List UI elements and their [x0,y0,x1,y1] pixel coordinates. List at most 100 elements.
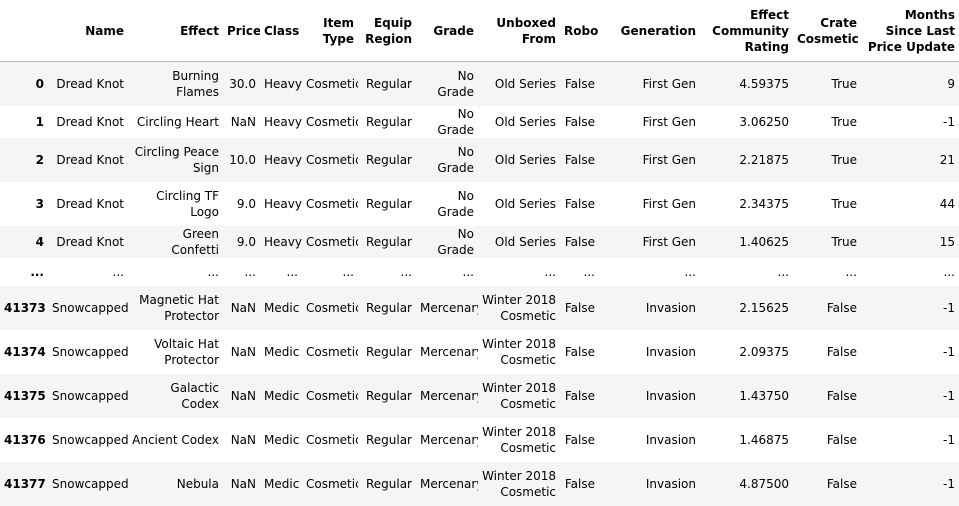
cell-grade: Mercenary [420,476,478,491]
cell-price: NaN [230,476,256,491]
cell-effect: Voltaic Hat Protector [154,336,219,367]
cell-price: NaN [230,114,256,129]
cell-grade: ... [462,264,474,279]
cell-effect-community-rating: 4.87500 [739,476,789,491]
table-row: 4 Dread Knot Green Confetti 9.0 Heavy Cosmeti… [0,225,959,258]
table-row: 41374 Snowcapped Voltaic Hat Protector NaN M… [0,329,959,374]
cell-equip-region: Regular [365,76,412,91]
cell-item-type: Cosmetic [306,476,358,491]
cell-class: ... [286,264,298,279]
row-index: 41377 [4,476,46,491]
row-index: 41376 [4,432,46,447]
cell-item-type: Cosmetic [306,114,358,129]
table-row: 1 Dread Knot Circling Heart NaN Heavy Cosmeti… [0,105,959,138]
cell-robo: False [564,300,595,315]
table-row: 41375 Snowcapped Galactic Codex NaN Medic Cos… [0,373,959,418]
ellipsis-row: ........................................… [0,257,959,286]
row-index: 41374 [4,344,46,359]
row-index: 1 [35,114,44,129]
column-header-class: Class [260,0,302,62]
cell-effect: Circling TF Logo [156,188,219,219]
cell-price: NaN [230,432,256,447]
column-header-name: Name [48,0,128,62]
cell-effect-community-rating: 1.40625 [739,234,789,249]
cell-effect: Ancient Codex [132,432,219,447]
cell-equip-region: Regular [365,300,412,315]
cell-crate-cosmetic: ... [845,264,857,279]
cell-crate-cosmetic: True [831,234,858,249]
cell-crate-cosmetic: False [826,388,857,403]
cell-item-type: Cosmetic [306,344,358,359]
cell-robo: False [564,388,595,403]
cell-name: Dread Knot [56,234,124,249]
cell-equip-region: Regular [365,152,412,167]
cell-crate-cosmetic: False [826,476,857,491]
cell-unboxed-from: Winter 2018 Cosmetic [482,292,556,323]
cell-grade: Mercenary [420,388,478,403]
cell-months-since-update: -1 [943,114,955,129]
cell-robo: False [564,114,595,129]
cell-name: ... [112,264,124,279]
cell-class: Medic [264,476,300,491]
cell-price: 10.0 [229,152,256,167]
column-header-unboxed-from: Unboxed From [478,0,560,62]
cell-item-type: Cosmetic [306,300,358,315]
cell-effect: Green Confetti [171,226,219,257]
cell-effect: Circling Peace Sign [134,144,219,175]
cell-name: Dread Knot [56,114,124,129]
cell-equip-region: Regular [365,476,412,491]
cell-months-since-update: 15 [939,234,955,249]
cell-effect-community-rating: 2.15625 [739,300,789,315]
cell-generation: First Gen [642,76,696,91]
cell-generation: Invasion [645,476,696,491]
cell-effect: Circling Heart [136,114,219,129]
cell-price: 9.0 [236,196,256,211]
cell-crate-cosmetic: False [826,432,857,447]
cell-effect: Magnetic Hat Protector [139,292,219,323]
cell-months-since-update: -1 [943,476,955,491]
cell-generation: Invasion [645,344,696,359]
cell-generation: ... [684,264,696,279]
cell-effect-community-rating: ... [777,264,789,279]
row-index: 3 [35,196,44,211]
cell-name: Dread Knot [56,76,124,91]
cell-class: Medic [264,300,300,315]
cell-generation: Invasion [645,300,696,315]
cell-months-since-update: -1 [943,388,955,403]
table-row: 0 Dread Knot Burning Flames 30.0 Heavy Cosmet… [0,61,959,106]
cell-months-since-update: 44 [939,196,955,211]
cell-crate-cosmetic: True [831,196,858,211]
cell-equip-region: Regular [365,196,412,211]
cell-unboxed-from: Winter 2018 Cosmetic [482,468,556,499]
column-header-effect: Effect [128,0,223,62]
cell-unboxed-from: Old Series [494,76,556,91]
column-header-months-since-update: Months Since Last Price Update [861,0,959,62]
cell-price: NaN [230,344,256,359]
cell-grade: No Grade [437,226,474,257]
cell-grade: No Grade [437,144,474,175]
cell-effect-community-rating: 2.34375 [739,196,789,211]
cell-item-type: Cosmetic [306,432,358,447]
cell-unboxed-from: Old Series [494,234,556,249]
cell-generation: First Gen [642,152,696,167]
cell-effect-community-rating: 1.43750 [739,388,789,403]
cell-unboxed-from: Winter 2018 Cosmetic [482,380,556,411]
cell-grade: Mercenary [420,300,478,315]
table-row: 41376 Snowcapped Ancient Codex NaN Medic Cosm… [0,417,959,462]
column-header-grade: Grade [416,0,478,62]
cell-equip-region: ... [400,264,412,279]
cell-generation: Invasion [645,432,696,447]
cell-robo: False [564,432,595,447]
cell-robo: False [564,234,595,249]
row-index: ... [30,264,44,279]
cell-equip-region: Regular [365,388,412,403]
cell-months-since-update: -1 [943,300,955,315]
cell-effect-community-rating: 3.06250 [739,114,789,129]
cell-class: Heavy [264,196,302,211]
cell-price: NaN [230,388,256,403]
cell-crate-cosmetic: True [831,152,858,167]
header-row: Name Effect Price Class Item Type Equip … [0,0,959,62]
table-body: 0 Dread Knot Burning Flames 30.0 Heavy Cosmet… [0,61,959,506]
cell-unboxed-from: Old Series [494,114,556,129]
cell-price: NaN [230,300,256,315]
